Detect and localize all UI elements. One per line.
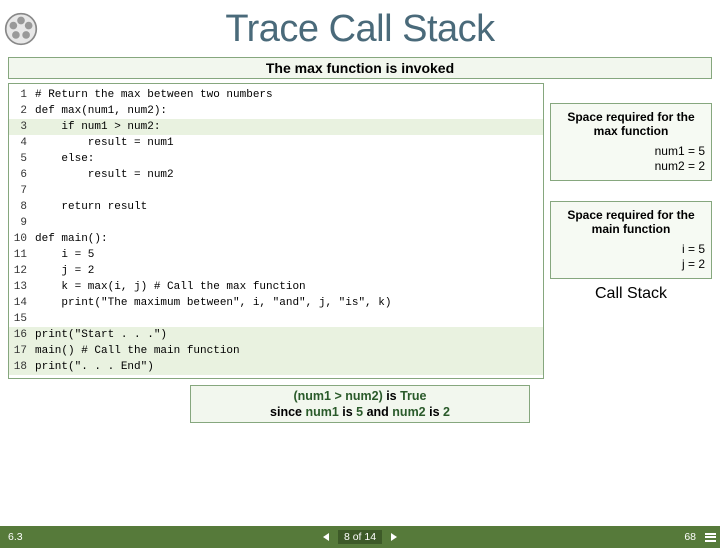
footer-bar: 6.3 8 of 14 68 bbox=[0, 526, 720, 548]
code-line: 14 print("The maximum between", i, "and"… bbox=[9, 295, 543, 311]
code-line: 17main() # Call the main function bbox=[9, 343, 543, 359]
stack-frame: Space required for the main functioni = … bbox=[550, 201, 712, 279]
code-line: 13 k = max(i, j) # Call the max function bbox=[9, 279, 543, 295]
code-line: 3 if num1 > num2: bbox=[9, 119, 543, 135]
code-line: 16print("Start . . .") bbox=[9, 327, 543, 343]
prev-icon[interactable] bbox=[323, 533, 329, 541]
code-line: 4 result = num1 bbox=[9, 135, 543, 151]
footer-pager: 8 of 14 bbox=[0, 530, 720, 544]
next-icon[interactable] bbox=[391, 533, 397, 541]
logo-icon bbox=[4, 12, 38, 46]
call-stack-panel: Space required for the max functionnum1 … bbox=[550, 83, 712, 379]
code-line: 6 result = num2 bbox=[9, 167, 543, 183]
code-line: 11 i = 5 bbox=[9, 247, 543, 263]
code-panel: 1# Return the max between two numbers2de… bbox=[8, 83, 544, 379]
footer-page-number: 68 bbox=[684, 531, 696, 543]
stack-frame: Space required for the max functionnum1 … bbox=[550, 103, 712, 181]
code-line: 18print(". . . End") bbox=[9, 359, 543, 375]
code-line: 2def max(num1, num2): bbox=[9, 103, 543, 119]
footer-section: 6.3 bbox=[8, 531, 23, 543]
page-indicator: 8 of 14 bbox=[338, 530, 382, 544]
call-stack-label: Call Stack bbox=[550, 285, 712, 303]
page-title: Trace Call Stack bbox=[0, 8, 720, 51]
code-line: 1# Return the max between two numbers bbox=[9, 87, 543, 103]
code-line: 15 bbox=[9, 311, 543, 327]
code-line: 5 else: bbox=[9, 151, 543, 167]
code-line: 12 j = 2 bbox=[9, 263, 543, 279]
code-line: 9 bbox=[9, 215, 543, 231]
subtitle-box: The max function is invoked bbox=[8, 57, 712, 79]
code-line: 7 bbox=[9, 183, 543, 199]
code-line: 8 return result bbox=[9, 199, 543, 215]
explanation-box: (num1 > num2) is True since num1 is 5 an… bbox=[190, 385, 530, 423]
menu-icon[interactable] bbox=[705, 531, 716, 543]
code-line: 10def main(): bbox=[9, 231, 543, 247]
